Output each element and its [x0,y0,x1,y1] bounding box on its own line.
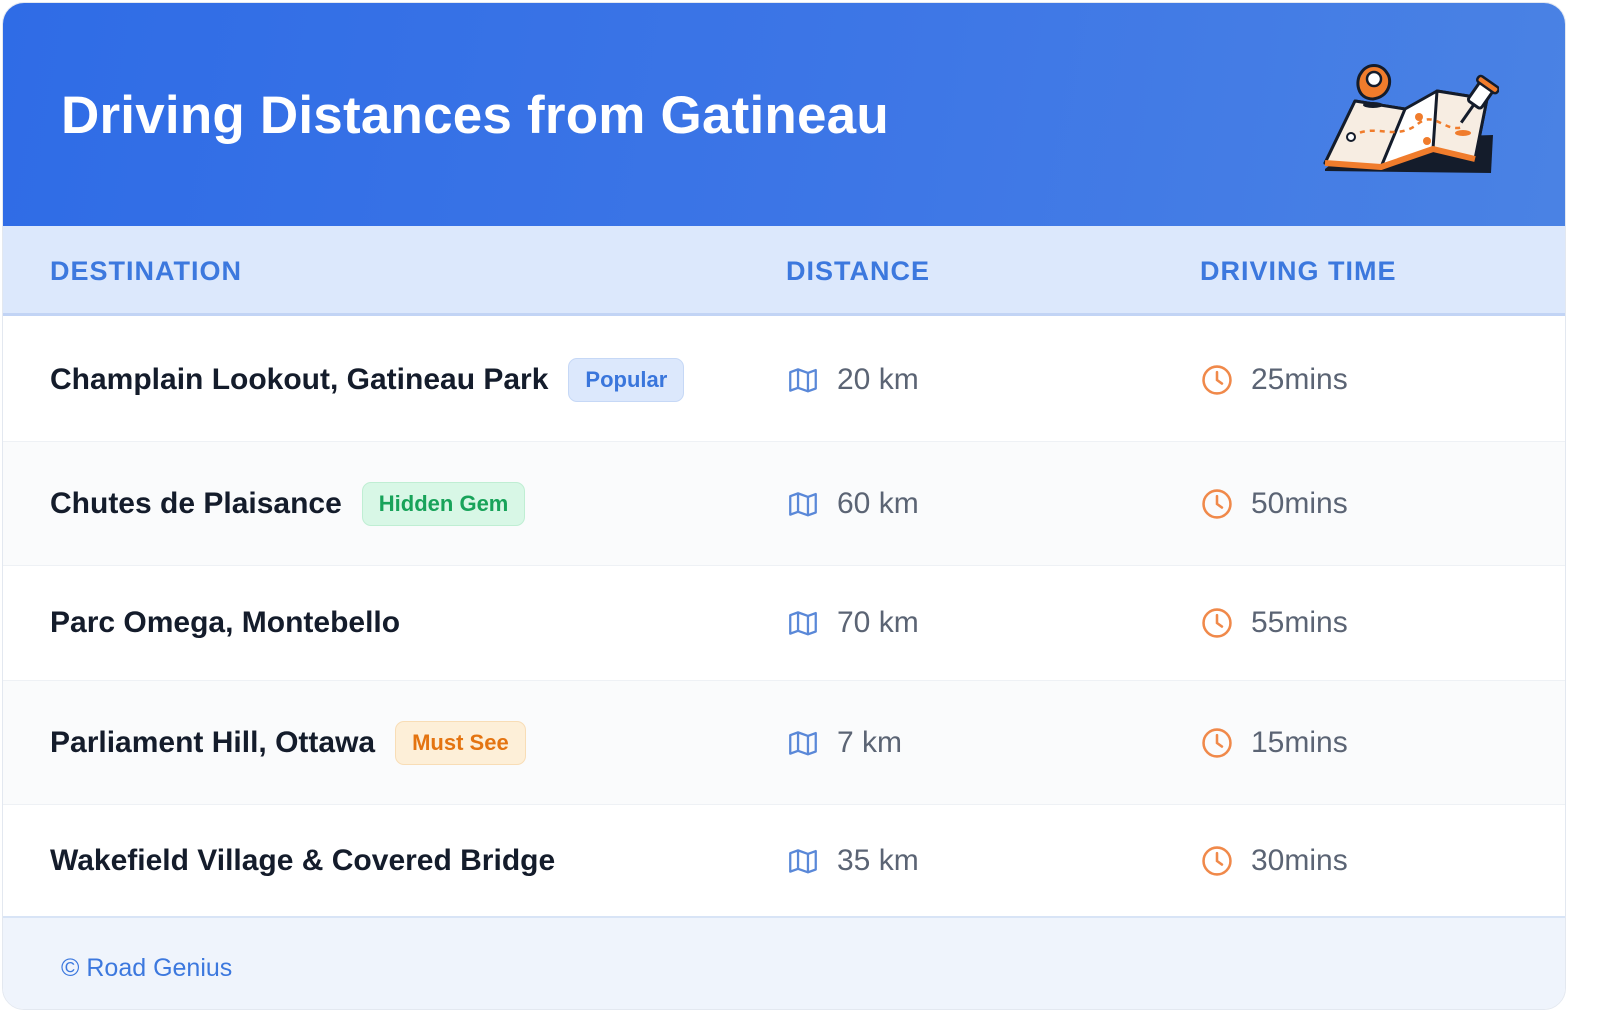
distance-cell: 70 km [786,566,919,680]
destination-cell: Parc Omega, Montebello [50,566,400,680]
map-icon [789,611,817,636]
destination-cell: Wakefield Village & Covered Bridge [50,805,555,916]
destination-name: Chutes de Plaisance [50,486,342,520]
table-row: Wakefield Village & Covered Bridge 35 km… [3,805,1565,916]
destination-cell: Parliament Hill, Ottawa Must See [50,681,526,804]
time-value: 55mins [1251,606,1348,639]
table-row: Champlain Lookout, Gatineau Park Popular… [3,319,1565,442]
card-header: Driving Distances from Gatineau [3,3,1565,226]
card-footer: © Road Genius [3,916,1565,1009]
table-body: Champlain Lookout, Gatineau Park Popular… [3,319,1565,916]
destination-name: Parc Omega, Montebello [50,606,401,639]
destination-cell: Champlain Lookout, Gatineau Park Popular [50,319,685,441]
distance-cell: 60 km [786,442,919,565]
map-icon [789,848,817,873]
time-value: 15mins [1251,725,1348,759]
time-cell: 15mins [1200,681,1348,804]
time-cell: 25mins [1200,319,1348,441]
table-row: Chutes de Plaisance Hidden Gem 60 km 50m… [3,442,1565,566]
map-icon [789,730,817,755]
clock-icon [1202,845,1232,876]
time-cell: 55mins [1200,566,1348,680]
time-value: 25mins [1251,363,1348,396]
distance-card: Driving Distances from Gatineau DESTINAT… [2,2,1566,1010]
table-row: Parc Omega, Montebello 70 km 55mins [3,566,1565,681]
page-title: Driving Distances from Gatineau [61,86,889,145]
time-cell: 50mins [1200,442,1348,565]
map-icon [789,491,817,516]
clock-icon [1202,365,1232,395]
status-badge: Hidden Gem [361,481,526,526]
time-value: 30mins [1251,843,1348,877]
clock-icon [1202,608,1232,638]
time-cell: 30mins [1200,805,1348,916]
distance-value: 70 km [837,606,919,639]
status-badge: Popular [568,358,685,402]
destination-name: Champlain Lookout, Gatineau Park [50,363,549,396]
status-badge: Must See [395,720,526,765]
folded-map-with-pins-icon [1323,64,1499,173]
table-row: Parliament Hill, Ottawa Must See 7 km 15… [3,681,1565,805]
map-icon [789,368,817,393]
distance-value: 60 km [837,486,919,520]
column-header-driving-time: DRIVING TIME [1200,256,1397,286]
distance-cell: 20 km [786,319,919,441]
distance-value: 35 km [837,843,919,877]
table-header: DESTINATION DISTANCE DRIVING TIME [3,226,1565,316]
column-header-distance: DISTANCE [786,256,931,286]
clock-icon [1202,488,1232,519]
time-value: 50mins [1251,486,1348,520]
destination-cell: Chutes de Plaisance Hidden Gem [50,442,526,565]
destination-name: Wakefield Village & Covered Bridge [50,843,556,877]
distance-cell: 7 km [786,681,902,804]
column-header-destination: DESTINATION [50,256,242,286]
copyright-link[interactable]: © Road Genius [61,954,232,983]
distance-cell: 35 km [786,805,919,916]
clock-icon [1202,727,1232,758]
destination-name: Parliament Hill, Ottawa [50,725,376,759]
distance-value: 7 km [837,725,903,759]
distance-value: 20 km [837,363,919,396]
